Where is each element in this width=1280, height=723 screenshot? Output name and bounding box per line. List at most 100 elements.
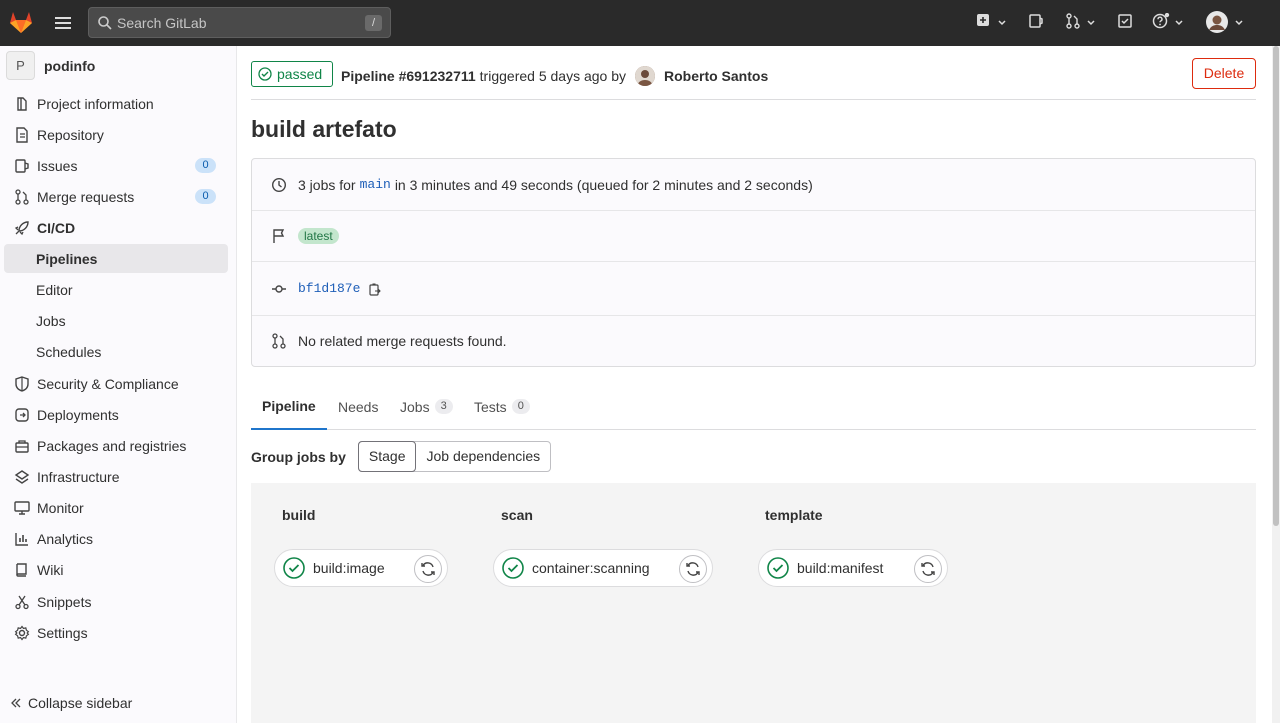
sidebar-item-editor[interactable]: Editor [4, 275, 228, 304]
job-build-manifest[interactable]: build:manifest [758, 549, 948, 587]
tags-info-row: latest [252, 211, 1255, 262]
sidebar-item-infrastructure[interactable]: Infrastructure [4, 462, 228, 491]
sidebar-item-label: Schedules [36, 343, 102, 360]
commit-sha-link[interactable]: bf1d187e [298, 281, 360, 296]
tab-pipeline[interactable]: Pipeline [251, 383, 327, 430]
branch-link[interactable]: main [360, 177, 391, 192]
tab-needs[interactable]: Needs [338, 383, 378, 430]
issues-count-badge: 0 [195, 158, 216, 173]
sidebar-item-cicd[interactable]: CI/CD [4, 213, 228, 242]
chevron-down-icon[interactable] [1086, 18, 1096, 28]
copy-icon[interactable] [368, 282, 382, 296]
success-icon [283, 557, 305, 579]
retry-button[interactable] [414, 555, 442, 583]
stage-title: build [282, 507, 316, 523]
sidebar-item-repository[interactable]: Repository [4, 120, 228, 149]
user-avatar[interactable] [635, 66, 655, 86]
sidebar-item-security-compliance[interactable]: Security & Compliance [4, 369, 228, 398]
deployments-icon [14, 407, 30, 423]
retry-icon [684, 560, 702, 578]
delete-button[interactable]: Delete [1192, 58, 1256, 89]
search-placeholder: Search GitLab [117, 14, 207, 31]
sidebar-item-schedules[interactable]: Schedules [4, 337, 228, 366]
chevron-down-icon[interactable] [997, 18, 1007, 28]
project-icon [14, 96, 30, 112]
tab-count-badge: 3 [434, 399, 453, 414]
todo-icon[interactable] [1117, 13, 1133, 29]
chevron-down-icon[interactable] [1234, 18, 1244, 28]
group-jobs-toggle: Stage Job dependencies [357, 441, 552, 472]
sidebar-item-label: Issues [37, 157, 78, 174]
plus-square-icon[interactable] [976, 13, 990, 27]
retry-icon [919, 560, 937, 578]
merge-request-icon [271, 333, 287, 349]
pipeline-header: passed Pipeline #691232711 triggered 5 d… [251, 58, 1256, 100]
sidebar-item-label: Deployments [37, 406, 119, 423]
sidebar-item-label: Monitor [37, 499, 84, 516]
jobs-prefix: 3 jobs for [298, 176, 356, 193]
top-navbar: Search GitLab / [0, 0, 1280, 46]
job-name: build:manifest [797, 560, 884, 576]
latest-badge: latest [298, 228, 339, 244]
issues-icon[interactable] [1028, 13, 1044, 29]
collapse-sidebar-label: Collapse sidebar [28, 695, 133, 711]
check-circle-icon [258, 67, 277, 81]
sidebar-item-label: Project information [37, 95, 154, 112]
sidebar-item-label: Pipelines [36, 250, 98, 267]
sidebar: P podinfo Project information Repository… [0, 46, 237, 723]
sidebar-item-snippets[interactable]: Snippets [4, 587, 228, 616]
merge-request-icon [14, 188, 30, 205]
success-icon [502, 557, 524, 579]
user-name-link[interactable]: Roberto Santos [664, 68, 768, 84]
collapse-sidebar-button[interactable]: Collapse sidebar [10, 695, 132, 711]
sidebar-item-issues[interactable]: Issues 0 [4, 151, 228, 180]
sidebar-item-pipelines[interactable]: Pipelines [4, 244, 228, 273]
sidebar-item-label: Analytics [37, 530, 94, 547]
tab-label: Pipeline [262, 397, 316, 414]
job-build-image[interactable]: build:image [274, 549, 448, 587]
retry-button[interactable] [914, 555, 942, 583]
help-icon[interactable] [1152, 13, 1170, 29]
sidebar-item-project-information[interactable]: Project information [4, 89, 228, 118]
gitlab-logo[interactable] [8, 9, 34, 35]
status-badge[interactable]: passed [251, 61, 334, 87]
sidebar-item-merge-requests[interactable]: Merge requests 0 [4, 182, 228, 211]
retry-button[interactable] [679, 555, 707, 583]
sidebar-item-label: Packages and registries [37, 437, 187, 454]
sidebar-item-jobs[interactable]: Jobs [4, 306, 228, 335]
monitor-icon [14, 500, 30, 516]
job-container-scanning[interactable]: container:scanning [493, 549, 713, 587]
tab-label: Jobs [400, 398, 430, 415]
search-input[interactable]: Search GitLab / [88, 7, 391, 38]
sidebar-item-label: CI/CD [37, 219, 76, 236]
sidebar-item-label: Editor [36, 281, 73, 298]
group-by-stage-button[interactable]: Stage [357, 441, 417, 472]
pipeline-info-panel: 3 jobs for main in 3 minutes and 49 seco… [251, 158, 1256, 367]
page-scrollbar[interactable] [1272, 46, 1280, 723]
sidebar-item-analytics[interactable]: Analytics [4, 524, 228, 553]
tab-label: Tests [474, 398, 507, 415]
cloud-icon [14, 469, 30, 485]
group-by-dependencies-button[interactable]: Job dependencies [416, 442, 550, 471]
group-jobs-control: Group jobs by Stage Job dependencies [251, 441, 552, 472]
scrollbar-thumb[interactable] [1273, 46, 1279, 526]
merge-request-icon[interactable] [1065, 13, 1081, 29]
sidebar-item-monitor[interactable]: Monitor [4, 493, 228, 522]
sidebar-item-packages-registries[interactable]: Packages and registries [4, 431, 228, 460]
sidebar-item-deployments[interactable]: Deployments [4, 400, 228, 429]
sidebar-item-label: Wiki [37, 561, 64, 578]
user-avatar[interactable] [1206, 11, 1228, 33]
sidebar-item-wiki[interactable]: Wiki [4, 555, 228, 584]
project-header[interactable]: P podinfo [6, 51, 95, 80]
sidebar-item-settings[interactable]: Settings [4, 618, 228, 647]
tab-tests[interactable]: Tests 0 [474, 383, 530, 430]
pipeline-tabs: Pipeline Needs Jobs 3 Tests 0 [251, 383, 1256, 430]
tab-jobs[interactable]: Jobs 3 [400, 383, 453, 430]
menu-icon[interactable] [53, 13, 73, 33]
page-title: build artefato [251, 116, 397, 142]
main-content: passed Pipeline #691232711 triggered 5 d… [237, 46, 1272, 723]
group-jobs-label: Group jobs by [251, 448, 346, 465]
sidebar-item-label: Security & Compliance [37, 375, 179, 392]
issues-icon [14, 158, 30, 174]
chevron-down-icon[interactable] [1174, 18, 1184, 28]
